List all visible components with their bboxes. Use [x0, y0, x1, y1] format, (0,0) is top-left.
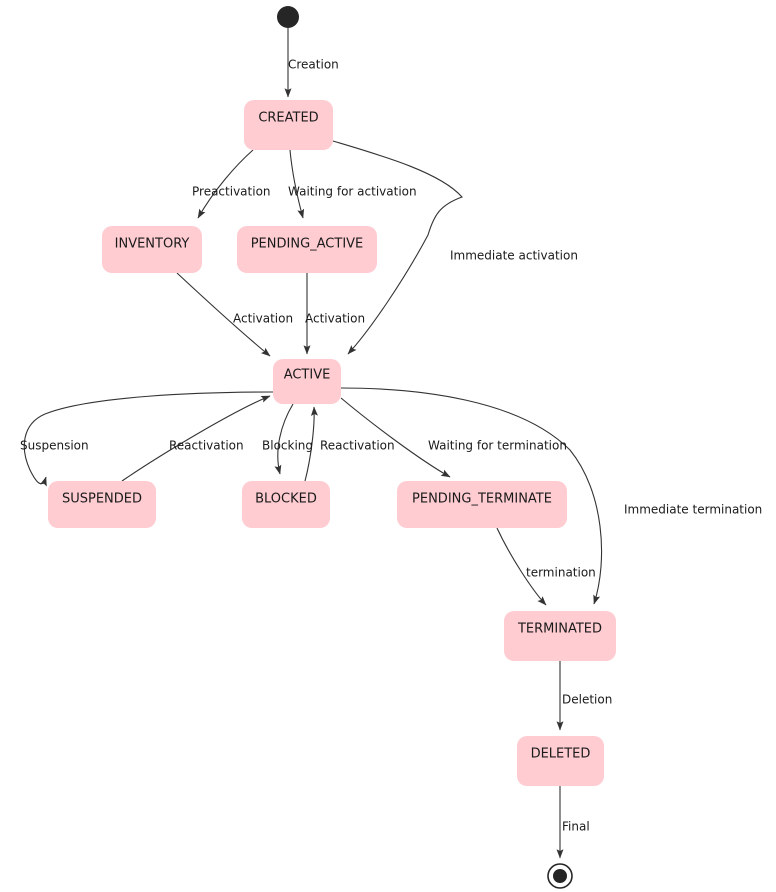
edge-labels-layer: Creation Preactivation Waiting for activ…	[20, 58, 762, 834]
state-blocked[interactable]: BLOCKED	[242, 481, 330, 528]
state-suspended-label: SUSPENDED	[62, 492, 142, 507]
state-suspended[interactable]: SUSPENDED	[48, 481, 156, 528]
state-pending-active-label: PENDING_ACTIVE	[251, 237, 364, 252]
state-inventory[interactable]: INVENTORY	[102, 226, 202, 273]
state-created-label: CREATED	[258, 111, 318, 126]
state-blocked-label: BLOCKED	[255, 492, 317, 507]
state-inventory-label: INVENTORY	[115, 237, 190, 252]
edge-label-waiting-for-activation: Waiting for activation	[288, 185, 417, 199]
state-diagram-svg: CREATED INVENTORY PENDING_ACTIVE ACTIVE …	[20, 6, 762, 889]
edge-label-preactivation: Preactivation	[192, 185, 271, 199]
edge-label-activation-pending-active: Activation	[305, 312, 365, 326]
initial-state-icon	[277, 6, 299, 28]
state-pending-terminate[interactable]: PENDING_TERMINATE	[397, 481, 567, 528]
state-terminated[interactable]: TERMINATED	[504, 611, 616, 661]
state-pending-active[interactable]: PENDING_ACTIVE	[237, 226, 377, 273]
edge-label-immediate-activation: Immediate activation	[450, 249, 578, 263]
edge-label-creation: Creation	[288, 58, 339, 72]
state-deleted-label: DELETED	[531, 747, 591, 762]
state-diagram-canvas: CREATED INVENTORY PENDING_ACTIVE ACTIVE …	[0, 0, 776, 892]
edge-label-reactivation-blocked: Reactivation	[320, 439, 395, 453]
edge-waiting-for-termination	[340, 397, 451, 478]
edge-label-reactivation-suspended: Reactivation	[169, 439, 244, 453]
edge-label-suspension: Suspension	[20, 439, 89, 453]
final-state-dot-icon	[553, 869, 567, 883]
edge-label-blocking: Blocking	[262, 439, 313, 453]
edge-label-waiting-for-termination: Waiting for termination	[428, 439, 567, 453]
state-active[interactable]: ACTIVE	[273, 359, 341, 404]
edge-label-immediate-termination: Immediate termination	[624, 503, 762, 517]
edge-label-final: Final	[562, 820, 590, 834]
state-active-label: ACTIVE	[284, 368, 331, 383]
edge-label-termination: termination	[526, 566, 596, 580]
state-pending-terminate-label: PENDING_TERMINATE	[412, 492, 552, 507]
state-deleted[interactable]: DELETED	[517, 736, 604, 786]
edge-label-activation-inventory: Activation	[233, 312, 293, 326]
edge-label-deletion: Deletion	[562, 693, 612, 707]
state-created[interactable]: CREATED	[244, 100, 333, 150]
state-terminated-label: TERMINATED	[517, 622, 602, 637]
